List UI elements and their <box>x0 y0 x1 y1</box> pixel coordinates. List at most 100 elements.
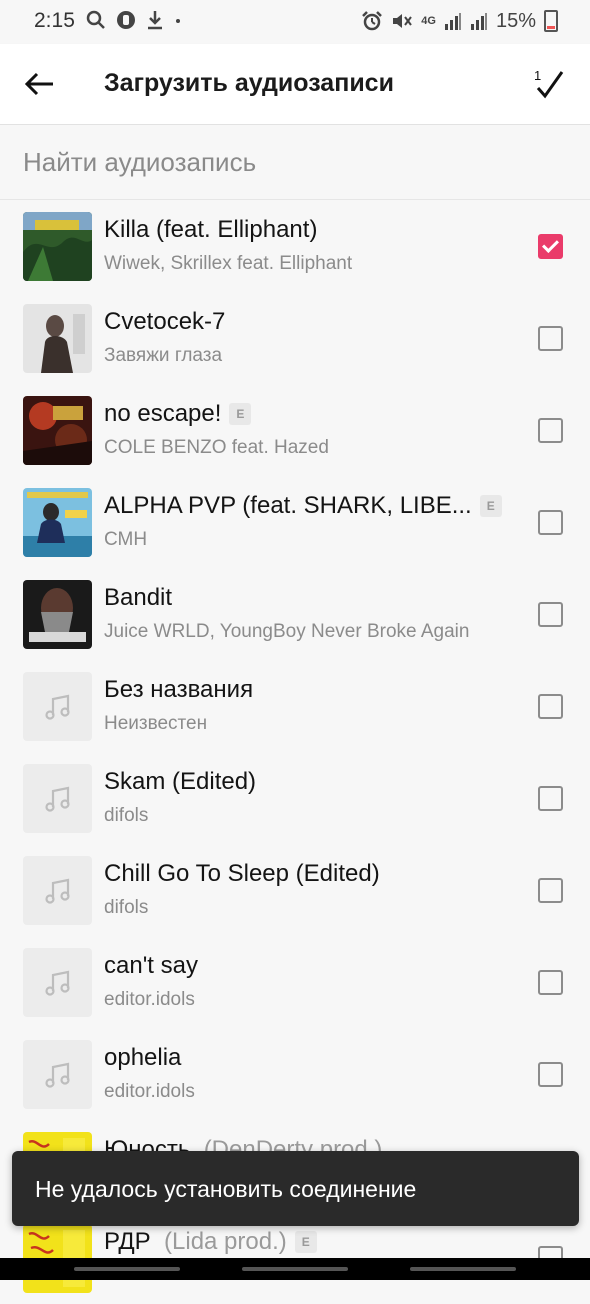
track-artist: difols <box>104 805 149 826</box>
album-cover-placeholder <box>23 856 92 925</box>
status-time: 2:15 <box>34 9 75 32</box>
nav-home-button[interactable] <box>242 1267 348 1271</box>
track-title-text: Bandit <box>104 584 173 611</box>
explicit-badge: E <box>479 495 502 517</box>
track-title-text: Skam (Edited) <box>104 768 257 795</box>
done-button[interactable]: 1 <box>528 64 568 104</box>
track-artist: difols <box>104 897 149 918</box>
track-artist: COLE BENZO feat. Hazed <box>104 437 329 458</box>
explicit-badge: E <box>294 1231 317 1253</box>
album-cover <box>23 488 92 557</box>
track-title: РДР (Lida prod.) E <box>104 1228 317 1256</box>
status-bar: 2:15 4G 15% <box>0 0 590 44</box>
track-title-text: Killa (feat. Elliphant) <box>104 216 318 243</box>
track-artist: Wiwek, Skrillex feat. Elliphant <box>104 253 353 274</box>
search-bar <box>0 125 590 200</box>
music-note-icon <box>44 1062 70 1088</box>
album-cover-placeholder <box>23 764 92 833</box>
track-title-text: Без названия <box>104 676 254 703</box>
track-artist: Juice WRLD, YoungBoy Never Broke Again <box>104 621 470 642</box>
track-artist: Завяжи глаза <box>104 345 223 366</box>
app-notification-icon <box>117 11 135 29</box>
track-title: Killa (feat. Elliphant) <box>104 216 317 244</box>
music-note-icon <box>44 970 70 996</box>
track-checkbox[interactable] <box>538 234 563 259</box>
battery-icon <box>544 10 558 32</box>
track-row[interactable]: Skam (Edited) difols <box>0 752 590 844</box>
track-artist: editor.idols <box>104 1081 195 1102</box>
battery-percent: 15% <box>495 9 536 32</box>
track-title-text: Cvetocek-7 <box>104 308 226 335</box>
track-checkbox[interactable] <box>538 786 563 811</box>
track-artist: editor.idols <box>104 989 195 1010</box>
app-bar: Загрузить аудиозаписи 1 <box>0 44 590 125</box>
track-title: ophelia <box>104 1044 181 1072</box>
arrow-left-icon <box>24 72 53 96</box>
nav-back-button[interactable] <box>410 1267 516 1271</box>
album-cover <box>23 396 92 465</box>
signal-icon-2 <box>470 13 487 30</box>
track-title: Skam (Edited) <box>104 768 256 796</box>
signal-icon <box>444 13 461 30</box>
track-row[interactable]: Bandit Juice WRLD, YoungBoy Never Broke … <box>0 568 590 660</box>
track-title: can't say <box>104 952 198 980</box>
toast-message: Не удалось установить соединение <box>35 1176 417 1202</box>
track-title: Без названия <box>104 676 253 704</box>
track-title: ALPHA PVP (feat. SHARK, LIBE... E <box>104 492 502 520</box>
album-cover-placeholder <box>23 948 92 1017</box>
mute-icon <box>393 14 413 28</box>
track-checkbox[interactable] <box>538 878 563 903</box>
track-row[interactable]: ophelia editor.idols <box>0 1028 590 1120</box>
alarm-icon <box>362 11 383 31</box>
track-checkbox[interactable] <box>538 510 563 535</box>
track-checkbox[interactable] <box>538 418 563 443</box>
track-title: no escape! E <box>104 400 252 428</box>
search-status-icon <box>86 10 105 29</box>
track-row[interactable]: Chill Go To Sleep (Edited) difols <box>0 844 590 936</box>
music-note-icon <box>44 878 70 904</box>
music-note-icon <box>44 786 70 812</box>
track-checkbox[interactable] <box>538 970 563 995</box>
track-title-text: Chill Go To Sleep (Edited) <box>104 860 380 887</box>
status-right: 4G 15% <box>361 9 558 33</box>
explicit-badge: E <box>229 403 252 425</box>
album-cover <box>23 304 92 373</box>
album-cover-placeholder <box>23 672 92 741</box>
selected-count: 1 <box>534 68 542 83</box>
page-title: Загрузить аудиозаписи <box>104 69 394 97</box>
track-row[interactable]: no escape! E COLE BENZO feat. Hazed <box>0 384 590 476</box>
album-cover <box>23 212 92 281</box>
track-title: Chill Go To Sleep (Edited) <box>104 860 380 888</box>
download-status-icon <box>148 11 162 30</box>
track-checkbox[interactable] <box>538 694 563 719</box>
network-type: 4G <box>421 15 436 27</box>
error-toast: Не удалось установить соединение <box>12 1151 579 1226</box>
track-checkbox[interactable] <box>538 326 563 351</box>
track-title-text: no escape! <box>104 400 222 427</box>
system-nav-bar <box>0 1258 590 1280</box>
track-row[interactable]: Killa (feat. Elliphant) Wiwek, Skrillex … <box>0 200 590 292</box>
search-input[interactable] <box>23 145 563 179</box>
album-cover-placeholder <box>23 1040 92 1109</box>
music-note-icon <box>44 694 70 720</box>
track-title: Cvetocek-7 <box>104 308 225 336</box>
nav-recent-button[interactable] <box>74 1267 180 1271</box>
track-artist: Неизвестен <box>104 713 208 734</box>
track-artist: СМН <box>104 529 148 550</box>
track-title-text: ALPHA PVP (feat. SHARK, LIBE... <box>104 492 472 519</box>
track-title-text: ophelia <box>104 1044 182 1071</box>
back-button[interactable] <box>22 66 58 102</box>
dot-icon <box>176 19 180 23</box>
track-row[interactable]: Без названия Неизвестен <box>0 660 590 752</box>
track-title-text: can't say <box>104 952 198 979</box>
track-title-extra: (Lida prod.) <box>164 1228 287 1255</box>
track-row[interactable]: Cvetocek-7 Завяжи глаза <box>0 292 590 384</box>
track-row[interactable]: ALPHA PVP (feat. SHARK, LIBE... E СМН <box>0 476 590 568</box>
track-row[interactable]: can't say editor.idols <box>0 936 590 1028</box>
track-title-text: РДР <box>104 1228 151 1255</box>
track-checkbox[interactable] <box>538 602 563 627</box>
track-checkbox[interactable] <box>538 1062 563 1087</box>
track-title: Bandit <box>104 584 172 612</box>
status-left-icons <box>86 10 182 30</box>
album-cover <box>23 580 92 649</box>
